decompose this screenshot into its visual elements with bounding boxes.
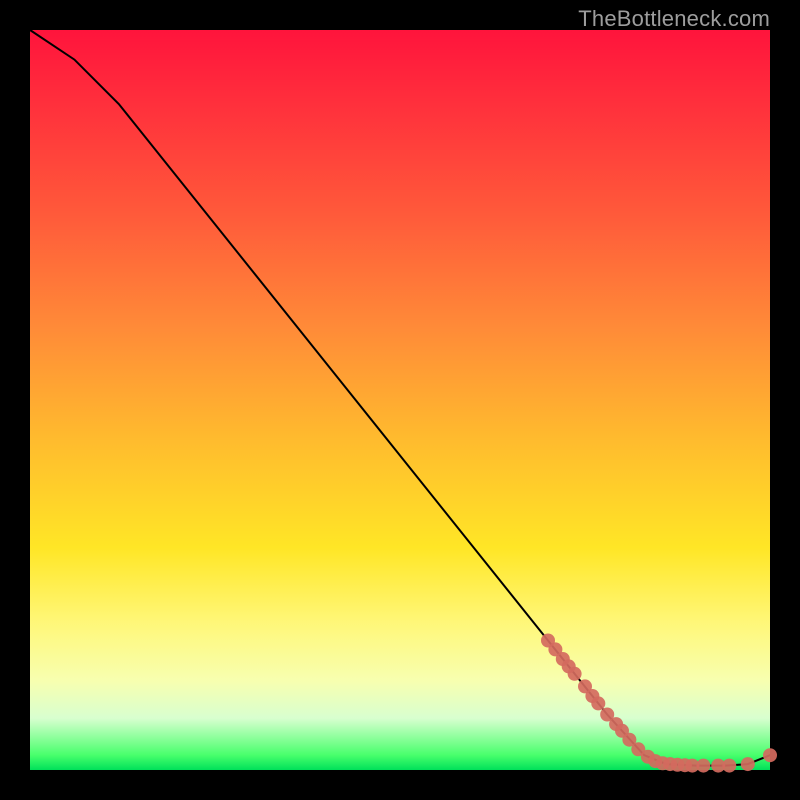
- data-marker: [591, 696, 605, 710]
- data-marker: [722, 759, 736, 773]
- bottleneck-curve: [30, 30, 770, 766]
- data-marker: [696, 759, 710, 773]
- data-marker: [741, 757, 755, 771]
- plot-area: [30, 30, 770, 770]
- data-markers: [541, 634, 777, 773]
- chart-stage: TheBottleneck.com: [0, 0, 800, 800]
- watermark-text: TheBottleneck.com: [578, 6, 770, 32]
- data-marker: [763, 748, 777, 762]
- chart-overlay: [30, 30, 770, 770]
- data-marker: [568, 667, 582, 681]
